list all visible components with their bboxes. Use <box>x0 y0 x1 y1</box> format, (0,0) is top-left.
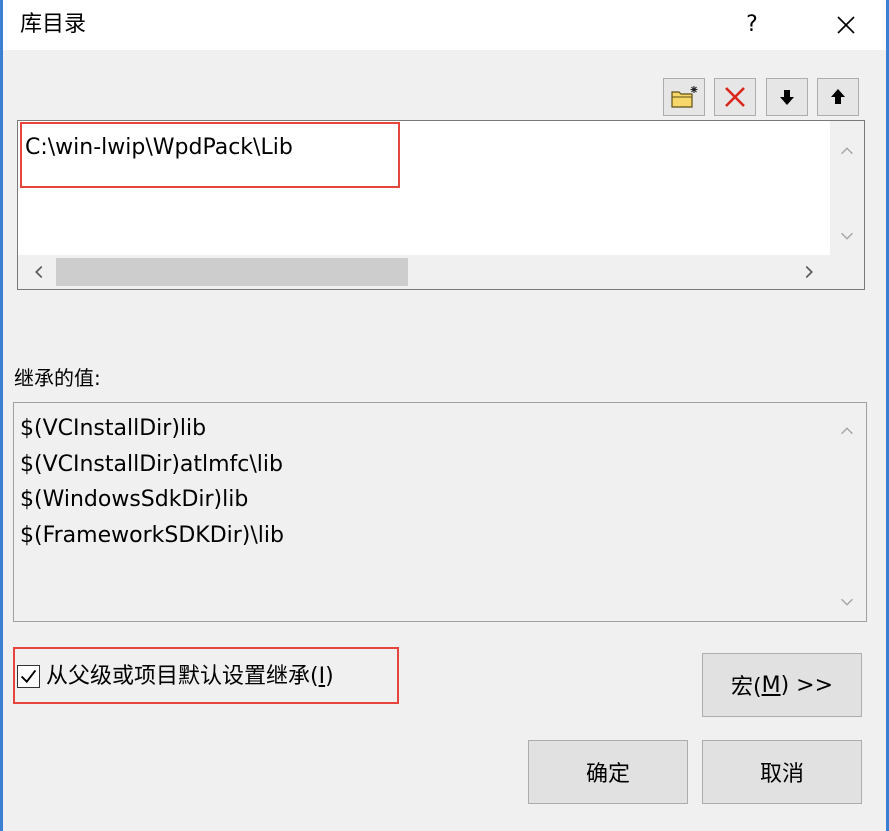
chevron-down-icon[interactable] <box>838 227 856 245</box>
move-down-button[interactable] <box>766 78 808 116</box>
chevron-left-icon[interactable] <box>30 263 48 281</box>
macros-button[interactable]: 宏(M) >> <box>702 653 862 717</box>
new-line-button[interactable] <box>663 78 705 116</box>
horizontal-scrollbar[interactable] <box>18 255 830 289</box>
move-down-icon <box>780 90 794 105</box>
delete-line-button[interactable] <box>714 78 756 116</box>
check-mark-icon <box>20 669 37 684</box>
move-up-button[interactable] <box>817 78 859 116</box>
checkbox-label-suffix: ) <box>325 664 334 689</box>
title-bar[interactable]: 库目录 ? <box>0 0 889 50</box>
chevron-down-icon[interactable] <box>838 593 856 611</box>
inherited-value: $(VCInstallDir)atlmfc\lib <box>20 451 283 477</box>
window-border-left <box>0 0 3 831</box>
vertical-scrollbar[interactable] <box>830 121 864 255</box>
checkbox-label-text: 从父级或项目默认设置继承( <box>46 664 319 689</box>
cancel-button[interactable]: 取消 <box>702 740 862 804</box>
window-title: 库目录 <box>20 12 87 37</box>
list-entry[interactable]: C:\win-lwip\WpdPack\Lib <box>25 133 293 163</box>
chevron-right-icon[interactable] <box>800 263 818 281</box>
move-up-icon <box>831 89 845 104</box>
chevron-up-icon[interactable] <box>838 142 856 160</box>
inherited-value: $(WindowsSdkDir)lib <box>20 487 249 513</box>
help-button[interactable]: ? <box>729 0 775 50</box>
macros-button-label: 宏( <box>730 675 762 700</box>
close-icon <box>837 16 855 34</box>
new-folder-icon <box>671 86 698 108</box>
library-directories-dialog: 库目录 ? C:\win-lwip\WpdPack\Lib 继承的值: $(VC… <box>0 0 889 831</box>
horizontal-scrollbar-thumb[interactable] <box>56 258 408 286</box>
inherited-values-list: $(VCInstallDir)lib $(VCInstallDir)atlmfc… <box>13 402 867 622</box>
inherited-value: $(VCInstallDir)lib <box>20 416 207 441</box>
chevron-up-icon[interactable] <box>838 422 856 440</box>
close-button[interactable] <box>821 0 871 50</box>
inherited-values-label: 继承的值: <box>14 366 101 390</box>
inherit-checkbox[interactable] <box>17 665 40 688</box>
directory-list[interactable]: C:\win-lwip\WpdPack\Lib <box>17 120 865 290</box>
scrollbar-corner <box>830 255 864 289</box>
macros-button-suffix: ) >> <box>780 672 834 698</box>
vertical-scrollbar[interactable] <box>833 403 866 621</box>
ok-button[interactable]: 确定 <box>528 740 688 804</box>
delete-icon <box>725 87 745 107</box>
macros-accelerator-key: M <box>761 672 781 698</box>
inherited-value: $(FrameworkSDKDir)\lib <box>20 522 284 548</box>
inherit-checkbox-label[interactable]: 从父级或项目默认设置继承(I) <box>46 662 334 692</box>
